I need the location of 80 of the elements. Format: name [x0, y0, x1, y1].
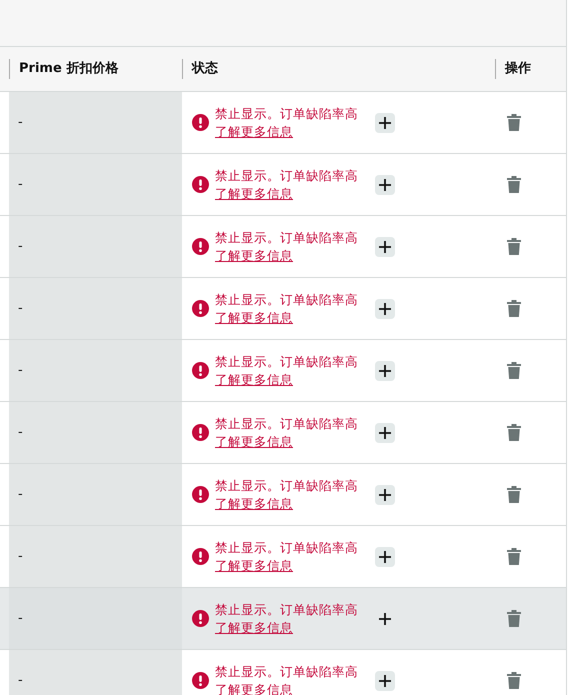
add-button[interactable]	[375, 484, 395, 504]
table-row[interactable]: - 禁止显示。订单缺陷率高 了解更多信息	[0, 92, 566, 154]
learn-more-link[interactable]: 了解更多信息	[215, 122, 293, 140]
trash-icon[interactable]	[507, 362, 521, 379]
table-row[interactable]: - 禁止显示。订单缺陷率高 了解更多信息	[0, 154, 566, 216]
table-cell: -	[9, 402, 182, 463]
status-text: 禁止显示。订单缺陷率高	[215, 228, 359, 246]
trash-icon[interactable]	[507, 672, 521, 689]
learn-more-link[interactable]: 了解更多信息	[215, 308, 293, 326]
error-icon	[192, 610, 209, 627]
trash-icon[interactable]	[507, 114, 521, 131]
learn-more-link[interactable]: 了解更多信息	[215, 370, 293, 388]
trash-icon[interactable]	[507, 300, 521, 317]
trash-icon[interactable]	[507, 424, 521, 441]
error-icon	[192, 424, 209, 441]
table-row[interactable]: - 禁止显示。订单缺陷率高 了解更多信息	[0, 588, 566, 650]
table-cell: -	[9, 92, 182, 153]
error-icon	[192, 672, 209, 689]
status-text: 禁止显示。订单缺陷率高	[215, 476, 359, 494]
error-icon	[192, 362, 209, 379]
table-cell: -	[9, 464, 182, 525]
plus-icon	[378, 612, 392, 626]
add-button[interactable]	[375, 112, 395, 132]
plus-icon	[378, 488, 392, 502]
add-button[interactable]	[375, 174, 395, 194]
learn-more-link[interactable]: 了解更多信息	[215, 246, 293, 264]
trash-icon[interactable]	[507, 486, 521, 503]
table-row[interactable]: - 禁止显示。订单缺陷率高 了解更多信息	[0, 464, 566, 526]
column-header: Prime 折扣价格	[9, 59, 118, 79]
table-cell: -	[9, 340, 182, 401]
add-button[interactable]	[375, 546, 395, 566]
plus-icon	[378, 674, 392, 688]
add-button[interactable]	[375, 360, 395, 380]
plus-icon	[378, 240, 392, 254]
table-cell: -	[9, 588, 182, 649]
error-icon	[192, 548, 209, 565]
table-cell: -	[9, 278, 182, 339]
plus-icon	[378, 116, 392, 130]
error-icon	[192, 238, 209, 255]
column-header: 状态	[182, 59, 218, 79]
plus-icon	[378, 302, 392, 316]
add-button[interactable]	[375, 298, 395, 318]
learn-more-link[interactable]: 了解更多信息	[215, 494, 293, 512]
error-icon	[192, 300, 209, 317]
trash-icon[interactable]	[507, 176, 521, 193]
table-row[interactable]: - 禁止显示。订单缺陷率高 了解更多信息	[0, 340, 566, 402]
status-text: 禁止显示。订单缺陷率高	[215, 600, 359, 618]
status-text: 禁止显示。订单缺陷率高	[215, 352, 359, 370]
status-text: 禁止显示。订单缺陷率高	[215, 290, 359, 308]
learn-more-link[interactable]: 了解更多信息	[215, 556, 293, 574]
column-header: 操作	[495, 59, 531, 79]
table-cell: -	[9, 650, 182, 695]
plus-icon	[378, 364, 392, 378]
error-icon	[192, 486, 209, 503]
learn-more-link[interactable]: 了解更多信息	[215, 432, 293, 450]
learn-more-link[interactable]: 了解更多信息	[215, 618, 293, 636]
table-row[interactable]: - 禁止显示。订单缺陷率高 了解更多信息	[0, 216, 566, 278]
error-icon	[192, 114, 209, 131]
status-text: 禁止显示。订单缺陷率高	[215, 538, 359, 556]
error-icon	[192, 176, 209, 193]
table-cell: -	[9, 154, 182, 215]
plus-icon	[378, 426, 392, 440]
status-text: 禁止显示。订单缺陷率高	[215, 414, 359, 432]
table-cell: -	[9, 216, 182, 277]
trash-icon[interactable]	[507, 548, 521, 565]
trash-icon[interactable]	[507, 238, 521, 255]
learn-more-link[interactable]: 了解更多信息	[215, 184, 293, 202]
plus-icon	[378, 178, 392, 192]
table-row[interactable]: - 禁止显示。订单缺陷率高 了解更多信息	[0, 526, 566, 588]
plus-icon	[378, 550, 392, 564]
add-button[interactable]	[375, 422, 395, 442]
table-row[interactable]: - 禁止显示。订单缺陷率高 了解更多信息	[0, 402, 566, 464]
table-row[interactable]: - 禁止显示。订单缺陷率高 了解更多信息	[0, 278, 566, 340]
table-cell: -	[9, 526, 182, 587]
add-button[interactable]	[375, 670, 395, 690]
status-text: 禁止显示。订单缺陷率高	[215, 166, 359, 184]
status-text: 禁止显示。订单缺陷率高	[215, 104, 359, 122]
trash-icon[interactable]	[507, 610, 521, 627]
status-text: 禁止显示。订单缺陷率高	[215, 662, 359, 680]
add-button[interactable]	[375, 236, 395, 256]
